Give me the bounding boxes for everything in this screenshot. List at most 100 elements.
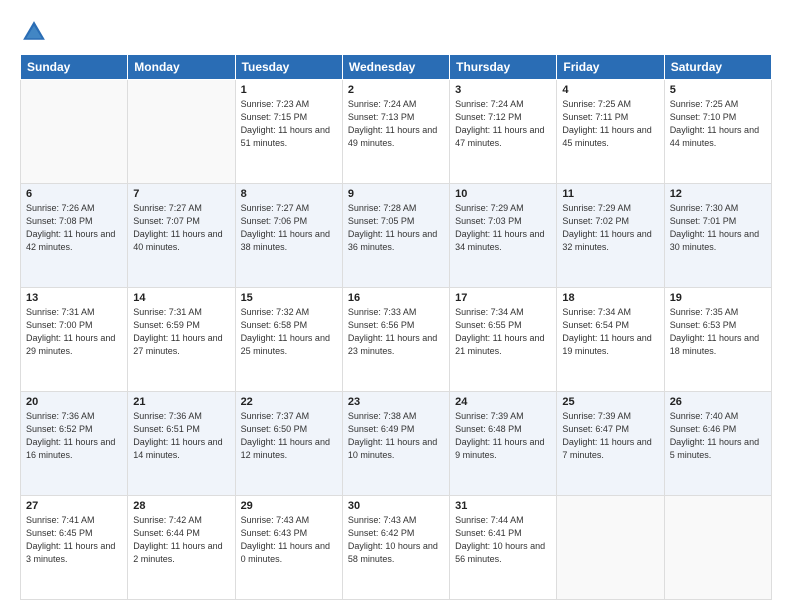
cell-info: Sunrise: 7:36 AM Sunset: 6:52 PM Dayligh… xyxy=(26,410,122,462)
calendar-cell: 2 Sunrise: 7:24 AM Sunset: 7:13 PM Daylig… xyxy=(342,80,449,184)
calendar-cell xyxy=(664,496,771,600)
day-number: 7 xyxy=(133,188,229,200)
cell-info: Sunrise: 7:25 AM Sunset: 7:11 PM Dayligh… xyxy=(562,98,658,150)
calendar-cell: 31 Sunrise: 7:44 AM Sunset: 6:41 PM Dayli… xyxy=(450,496,557,600)
cell-info: Sunrise: 7:43 AM Sunset: 6:43 PM Dayligh… xyxy=(241,514,337,566)
calendar-cell xyxy=(21,80,128,184)
day-number: 6 xyxy=(26,188,122,200)
day-number: 21 xyxy=(133,396,229,408)
day-number: 18 xyxy=(562,292,658,304)
cell-info: Sunrise: 7:32 AM Sunset: 6:58 PM Dayligh… xyxy=(241,306,337,358)
day-number: 23 xyxy=(348,396,444,408)
day-number: 27 xyxy=(26,500,122,512)
calendar-cell: 20 Sunrise: 7:36 AM Sunset: 6:52 PM Dayli… xyxy=(21,392,128,496)
calendar-cell: 21 Sunrise: 7:36 AM Sunset: 6:51 PM Dayli… xyxy=(128,392,235,496)
calendar-cell: 4 Sunrise: 7:25 AM Sunset: 7:11 PM Daylig… xyxy=(557,80,664,184)
day-number: 25 xyxy=(562,396,658,408)
cell-info: Sunrise: 7:40 AM Sunset: 6:46 PM Dayligh… xyxy=(670,410,766,462)
cell-info: Sunrise: 7:42 AM Sunset: 6:44 PM Dayligh… xyxy=(133,514,229,566)
day-number: 31 xyxy=(455,500,551,512)
day-number: 10 xyxy=(455,188,551,200)
cell-info: Sunrise: 7:44 AM Sunset: 6:41 PM Dayligh… xyxy=(455,514,551,566)
page: SundayMondayTuesdayWednesdayThursdayFrid… xyxy=(0,0,792,612)
day-number: 11 xyxy=(562,188,658,200)
day-number: 9 xyxy=(348,188,444,200)
cell-info: Sunrise: 7:39 AM Sunset: 6:48 PM Dayligh… xyxy=(455,410,551,462)
cell-info: Sunrise: 7:30 AM Sunset: 7:01 PM Dayligh… xyxy=(670,202,766,254)
day-number: 26 xyxy=(670,396,766,408)
cell-info: Sunrise: 7:31 AM Sunset: 7:00 PM Dayligh… xyxy=(26,306,122,358)
cell-info: Sunrise: 7:39 AM Sunset: 6:47 PM Dayligh… xyxy=(562,410,658,462)
day-number: 15 xyxy=(241,292,337,304)
day-number: 22 xyxy=(241,396,337,408)
calendar-cell: 19 Sunrise: 7:35 AM Sunset: 6:53 PM Dayli… xyxy=(664,288,771,392)
day-number: 16 xyxy=(348,292,444,304)
cell-info: Sunrise: 7:29 AM Sunset: 7:02 PM Dayligh… xyxy=(562,202,658,254)
cell-info: Sunrise: 7:36 AM Sunset: 6:51 PM Dayligh… xyxy=(133,410,229,462)
calendar-cell: 10 Sunrise: 7:29 AM Sunset: 7:03 PM Dayli… xyxy=(450,184,557,288)
cell-info: Sunrise: 7:35 AM Sunset: 6:53 PM Dayligh… xyxy=(670,306,766,358)
calendar-cell xyxy=(557,496,664,600)
calendar-cell: 26 Sunrise: 7:40 AM Sunset: 6:46 PM Dayli… xyxy=(664,392,771,496)
day-header-sunday: Sunday xyxy=(21,55,128,80)
day-number: 28 xyxy=(133,500,229,512)
cell-info: Sunrise: 7:29 AM Sunset: 7:03 PM Dayligh… xyxy=(455,202,551,254)
calendar-cell: 25 Sunrise: 7:39 AM Sunset: 6:47 PM Dayli… xyxy=(557,392,664,496)
day-number: 24 xyxy=(455,396,551,408)
calendar-cell: 8 Sunrise: 7:27 AM Sunset: 7:06 PM Daylig… xyxy=(235,184,342,288)
day-number: 12 xyxy=(670,188,766,200)
cell-info: Sunrise: 7:37 AM Sunset: 6:50 PM Dayligh… xyxy=(241,410,337,462)
cell-info: Sunrise: 7:28 AM Sunset: 7:05 PM Dayligh… xyxy=(348,202,444,254)
calendar-cell: 22 Sunrise: 7:37 AM Sunset: 6:50 PM Dayli… xyxy=(235,392,342,496)
calendar-cell: 18 Sunrise: 7:34 AM Sunset: 6:54 PM Dayli… xyxy=(557,288,664,392)
calendar-cell: 11 Sunrise: 7:29 AM Sunset: 7:02 PM Dayli… xyxy=(557,184,664,288)
day-number: 5 xyxy=(670,84,766,96)
day-header-saturday: Saturday xyxy=(664,55,771,80)
cell-info: Sunrise: 7:24 AM Sunset: 7:12 PM Dayligh… xyxy=(455,98,551,150)
cell-info: Sunrise: 7:25 AM Sunset: 7:10 PM Dayligh… xyxy=(670,98,766,150)
cell-info: Sunrise: 7:33 AM Sunset: 6:56 PM Dayligh… xyxy=(348,306,444,358)
week-row-1: 1 Sunrise: 7:23 AM Sunset: 7:15 PM Daylig… xyxy=(21,80,772,184)
day-number: 30 xyxy=(348,500,444,512)
day-header-tuesday: Tuesday xyxy=(235,55,342,80)
calendar-cell: 15 Sunrise: 7:32 AM Sunset: 6:58 PM Dayli… xyxy=(235,288,342,392)
day-number: 4 xyxy=(562,84,658,96)
day-number: 1 xyxy=(241,84,337,96)
calendar-cell: 28 Sunrise: 7:42 AM Sunset: 6:44 PM Dayli… xyxy=(128,496,235,600)
logo xyxy=(20,18,52,46)
day-number: 3 xyxy=(455,84,551,96)
cell-info: Sunrise: 7:23 AM Sunset: 7:15 PM Dayligh… xyxy=(241,98,337,150)
day-header-monday: Monday xyxy=(128,55,235,80)
day-header-thursday: Thursday xyxy=(450,55,557,80)
cell-info: Sunrise: 7:27 AM Sunset: 7:06 PM Dayligh… xyxy=(241,202,337,254)
week-row-5: 27 Sunrise: 7:41 AM Sunset: 6:45 PM Dayli… xyxy=(21,496,772,600)
week-row-4: 20 Sunrise: 7:36 AM Sunset: 6:52 PM Dayli… xyxy=(21,392,772,496)
day-number: 20 xyxy=(26,396,122,408)
calendar-cell: 16 Sunrise: 7:33 AM Sunset: 6:56 PM Dayli… xyxy=(342,288,449,392)
week-row-3: 13Sunrise: 7:31 AM Sunset: 7:00 PM Dayli… xyxy=(21,288,772,392)
calendar-cell: 30 Sunrise: 7:43 AM Sunset: 6:42 PM Dayli… xyxy=(342,496,449,600)
day-number: 29 xyxy=(241,500,337,512)
cell-info: Sunrise: 7:24 AM Sunset: 7:13 PM Dayligh… xyxy=(348,98,444,150)
calendar-cell: 14Sunrise: 7:31 AM Sunset: 6:59 PM Dayli… xyxy=(128,288,235,392)
header xyxy=(20,18,772,46)
logo-icon xyxy=(20,18,48,46)
calendar-cell: 24 Sunrise: 7:39 AM Sunset: 6:48 PM Dayli… xyxy=(450,392,557,496)
cell-info: Sunrise: 7:31 AM Sunset: 6:59 PM Dayligh… xyxy=(133,306,229,358)
day-header-wednesday: Wednesday xyxy=(342,55,449,80)
day-number: 2 xyxy=(348,84,444,96)
cell-info: Sunrise: 7:34 AM Sunset: 6:54 PM Dayligh… xyxy=(562,306,658,358)
calendar-header: SundayMondayTuesdayWednesdayThursdayFrid… xyxy=(21,55,772,80)
day-number: 17 xyxy=(455,292,551,304)
cell-info: Sunrise: 7:41 AM Sunset: 6:45 PM Dayligh… xyxy=(26,514,122,566)
cell-info: Sunrise: 7:43 AM Sunset: 6:42 PM Dayligh… xyxy=(348,514,444,566)
calendar: SundayMondayTuesdayWednesdayThursdayFrid… xyxy=(20,54,772,600)
calendar-cell: 1 Sunrise: 7:23 AM Sunset: 7:15 PM Daylig… xyxy=(235,80,342,184)
day-number: 8 xyxy=(241,188,337,200)
cell-info: Sunrise: 7:34 AM Sunset: 6:55 PM Dayligh… xyxy=(455,306,551,358)
day-number: 19 xyxy=(670,292,766,304)
calendar-cell: 13Sunrise: 7:31 AM Sunset: 7:00 PM Dayli… xyxy=(21,288,128,392)
calendar-cell: 27 Sunrise: 7:41 AM Sunset: 6:45 PM Dayli… xyxy=(21,496,128,600)
day-header-friday: Friday xyxy=(557,55,664,80)
calendar-cell: 6Sunrise: 7:26 AM Sunset: 7:08 PM Daylig… xyxy=(21,184,128,288)
